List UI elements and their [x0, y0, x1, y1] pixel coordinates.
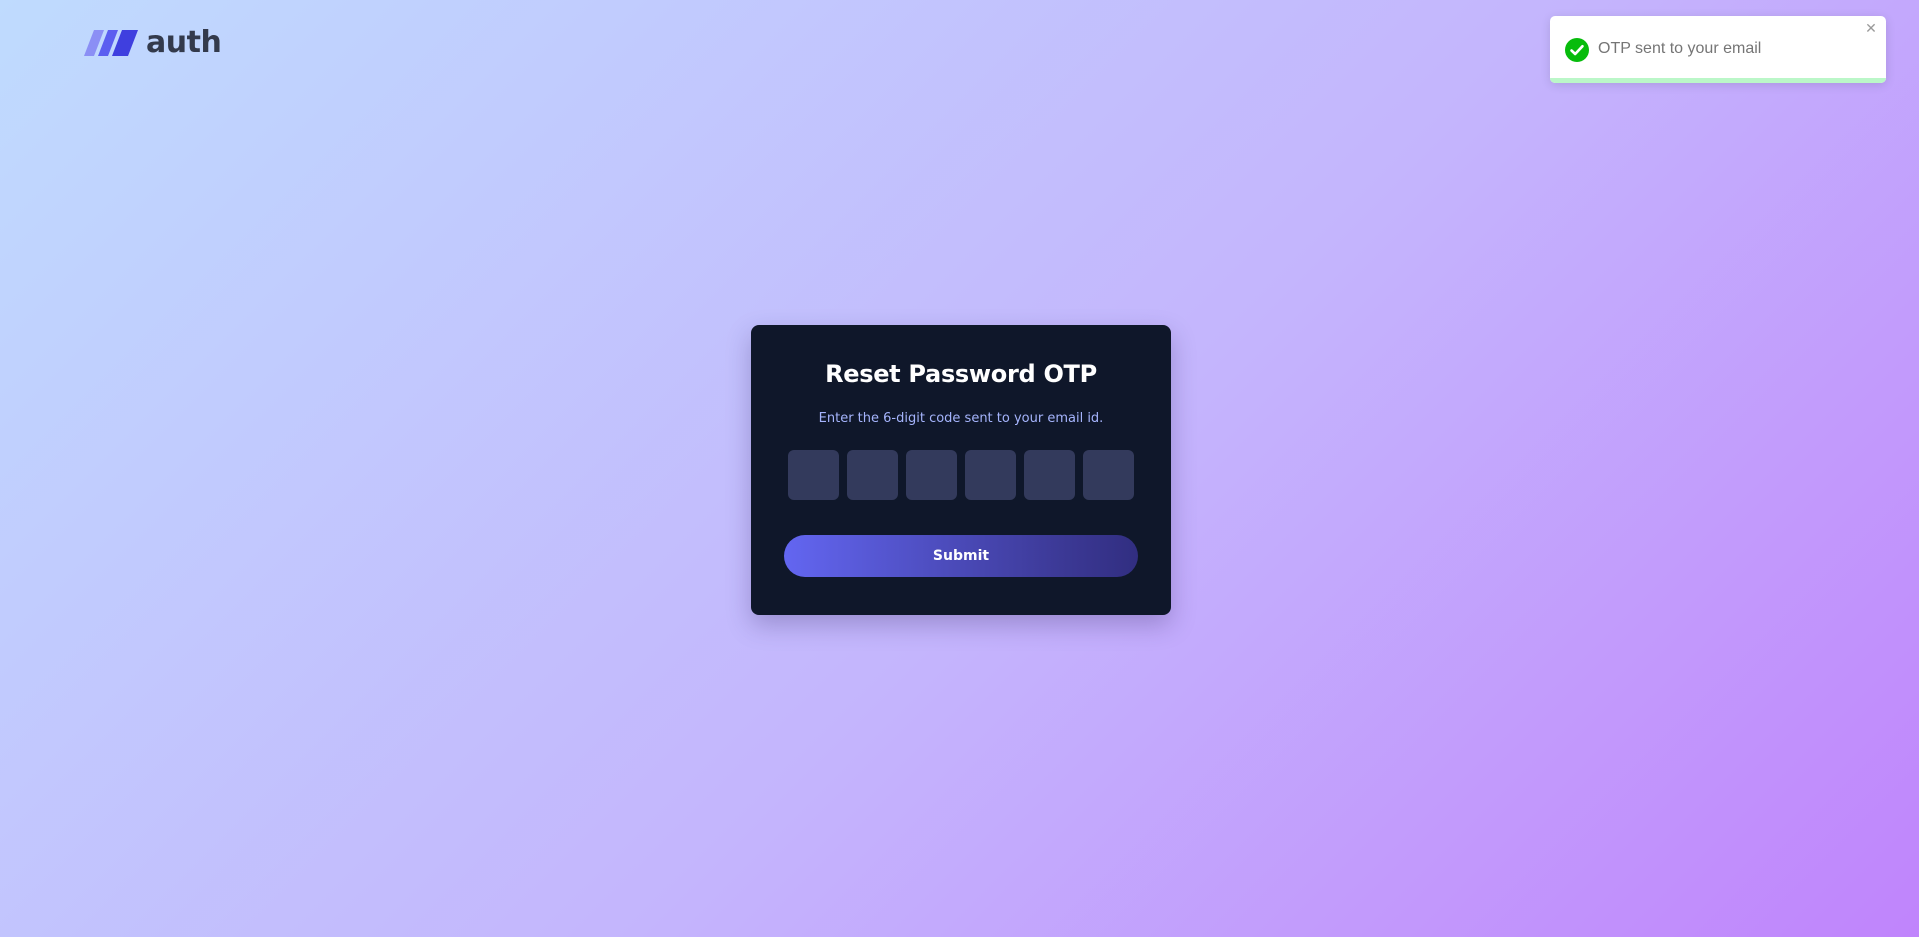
check-circle-icon	[1565, 38, 1589, 62]
logo-text: auth	[146, 25, 222, 60]
otp-input-group	[788, 450, 1134, 500]
card-subtitle: Enter the 6-digit code sent to your emai…	[818, 411, 1104, 426]
otp-digit-2[interactable]	[847, 450, 898, 500]
otp-digit-5[interactable]	[1024, 450, 1075, 500]
otp-digit-6[interactable]	[1083, 450, 1134, 500]
otp-digit-1[interactable]	[788, 450, 839, 500]
card-title: Reset Password OTP	[825, 360, 1097, 388]
toast-notification[interactable]: OTP sent to your email ✕	[1550, 16, 1886, 83]
logo[interactable]: auth	[84, 25, 222, 60]
otp-digit-4[interactable]	[965, 450, 1016, 500]
logo-stripes-icon	[84, 30, 138, 56]
reset-password-otp-form: Reset Password OTP Enter the 6-digit cod…	[751, 325, 1171, 615]
otp-digit-3[interactable]	[906, 450, 957, 500]
submit-button[interactable]: Submit	[784, 535, 1138, 577]
toast-message: OTP sent to your email	[1598, 40, 1762, 57]
close-icon[interactable]: ✕	[1863, 20, 1879, 38]
toast-progress-bar	[1550, 78, 1886, 83]
